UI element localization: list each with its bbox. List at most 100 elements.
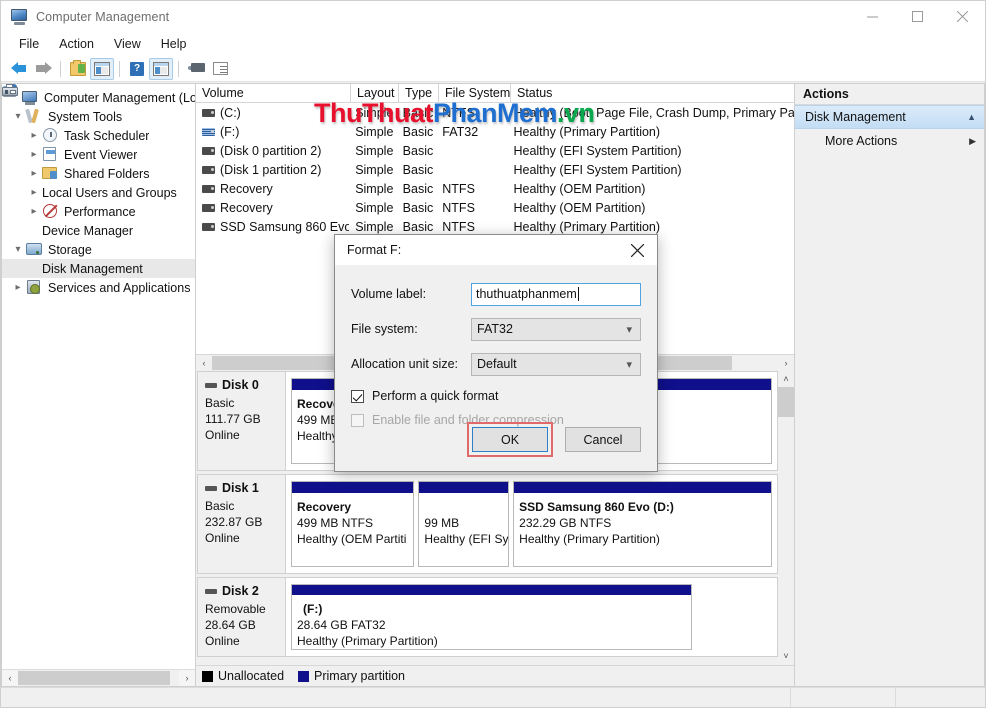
tree-item-event-viewer[interactable]: Event Viewer [2,145,195,164]
tree-item-shared-folders[interactable]: Shared Folders [2,164,195,183]
tree-item-performance[interactable]: Performance [2,202,195,221]
disk-size: 232.87 GB [205,515,263,529]
scroll-right-icon[interactable]: › [179,670,195,686]
cell-type: Basic [402,162,434,177]
cell-type: Basic [402,181,434,196]
file-system-select[interactable]: FAT32 ▾ [471,317,641,341]
menu-help[interactable]: Help [151,34,197,54]
properties-icon[interactable] [184,58,208,80]
computer-management-icon [22,90,39,105]
performance-icon [42,204,59,219]
column-header-volume[interactable]: Volume [196,84,351,102]
disk-icon [205,382,217,388]
close-icon[interactable] [617,235,657,265]
ok-button[interactable]: OK [472,427,548,452]
scroll-left-icon[interactable]: ‹ [2,670,18,686]
collapse-icon[interactable]: ▲ [967,112,976,122]
chevron-right-icon[interactable] [10,282,26,293]
partition-size: 99 MB [424,516,460,530]
volume-label-input[interactable]: thuthuatphanmem [471,282,641,306]
tree-item-label: Disk Management [42,261,143,276]
cell-volume: (Disk 0 partition 2) [220,143,322,158]
action-more-actions[interactable]: More Actions ▶ [795,129,984,153]
disk-name: Disk 2 [222,584,259,598]
table-row[interactable]: (C:) Simple Basic NTFS Healthy (Boot, Pa… [196,103,794,122]
disk-row[interactable]: Disk 2 Removable 28.64 GB Online (F:) 28… [197,577,778,657]
chevron-right-icon[interactable] [26,130,42,141]
chevron-down-icon[interactable] [10,244,26,255]
action-label: Disk Management [805,110,906,124]
menu-file[interactable]: File [9,34,49,54]
disk-row[interactable]: Disk 1 Basic 232.87 GB Online Recovery 4… [197,474,778,574]
action-group-disk-management[interactable]: Disk Management ▲ [795,105,984,129]
show-hide-console-tree-icon[interactable] [90,57,114,80]
cell-volume: (F:) [220,124,240,139]
file-system-label: File system: [351,322,418,336]
partition[interactable]: (F:) 28.64 GB FAT32 Healthy (Primary Par… [291,584,692,650]
tree-item-computer-management[interactable]: Computer Management (Local [2,88,195,107]
cell-status: Healthy (Boot, Page File, Crash Dump, Pr… [513,105,794,120]
chevron-down-icon[interactable]: ▾ [626,323,632,336]
table-row[interactable]: Recovery Simple Basic NTFS Healthy (OEM … [196,198,794,217]
quick-format-checkbox[interactable] [351,389,364,403]
tree-item-task-scheduler[interactable]: Task Scheduler [2,126,195,145]
tree-item-storage[interactable]: Storage [2,240,195,259]
chevron-right-icon[interactable] [26,149,42,160]
computer-management-window: Computer Management File Action View Hel… [0,0,986,708]
scroll-thumb[interactable] [778,387,794,417]
scroll-left-icon[interactable]: ‹ [196,355,212,371]
menu-action[interactable]: Action [49,34,104,54]
column-header-layout[interactable]: Layout [351,84,399,102]
table-row[interactable]: Recovery Simple Basic NTFS Healthy (OEM … [196,179,794,198]
partition[interactable]: Recovery 499 MB NTFS Healthy (OEM Partit… [291,481,415,567]
table-row[interactable]: (Disk 1 partition 2) Simple Basic Health… [196,160,794,179]
scroll-thumb[interactable] [18,671,170,685]
scroll-up-icon[interactable]: ˄ [778,371,794,387]
column-header-type[interactable]: Type [399,84,439,102]
minimize-icon[interactable] [850,1,895,32]
column-header-file-system[interactable]: File System [439,84,511,102]
tree-item-device-manager[interactable]: Device Manager [2,84,195,240]
graphical-view-vertical-scrollbar[interactable]: ˄ ˅ [778,371,794,664]
table-row[interactable]: (Disk 0 partition 2) Simple Basic Health… [196,141,794,160]
tree-item-disk-management[interactable]: Disk Management [2,87,195,278]
tree-item-system-tools[interactable]: System Tools [2,107,195,126]
scroll-right-icon[interactable]: › [778,355,794,371]
chevron-down-icon[interactable]: ▾ [626,358,632,371]
partition[interactable]: 99 MB Healthy (EFI Sy [418,481,510,567]
chevron-right-icon[interactable]: ▶ [969,136,976,147]
status-segment-1 [1,688,791,707]
disk-name: Disk 0 [222,378,259,392]
maximize-icon[interactable] [895,1,940,32]
quick-format-row[interactable]: Perform a quick format [351,389,641,403]
chevron-down-icon[interactable] [10,111,26,122]
back-icon[interactable] [7,58,31,80]
column-header-status[interactable]: Status [511,84,786,102]
tree-item-services-and-applications[interactable]: Services and Applications [2,278,195,297]
partition[interactable]: SSD Samsung 860 Evo (D:) 232.29 GB NTFS … [513,481,772,567]
chevron-right-icon[interactable] [26,168,42,179]
table-row[interactable]: (F:) Simple Basic FAT32 Healthy (Primary… [196,122,794,141]
chevron-right-icon[interactable] [26,187,42,198]
volume-label-row: Volume label: thuthuatphanmem [351,279,641,309]
partition-size: 499 MB NTFS [297,516,374,530]
close-icon[interactable] [940,1,985,32]
console-tree-horizontal-scrollbar[interactable]: ‹ › [2,669,195,686]
menu-view[interactable]: View [104,34,151,54]
partition-color-bar [292,585,691,598]
help-icon[interactable]: ? [125,58,149,80]
tree-item-label: Device Manager [42,223,134,238]
cell-type: Basic [402,143,434,158]
tree-item-label: Shared Folders [64,166,150,181]
forward-icon[interactable] [31,58,55,80]
allocation-unit-size-select[interactable]: Default ▾ [471,352,641,376]
up-folder-icon[interactable] [66,58,90,80]
scroll-track[interactable] [18,670,179,686]
refresh-list-icon[interactable] [208,58,232,80]
tree-item-local-users-and-groups[interactable]: Local Users and Groups [2,84,195,202]
scroll-down-icon[interactable]: ˅ [778,648,794,664]
disk-type: Basic [205,499,235,513]
show-hide-action-pane-icon[interactable] [149,57,173,80]
cancel-button[interactable]: Cancel [565,427,641,452]
chevron-right-icon[interactable] [26,206,42,217]
